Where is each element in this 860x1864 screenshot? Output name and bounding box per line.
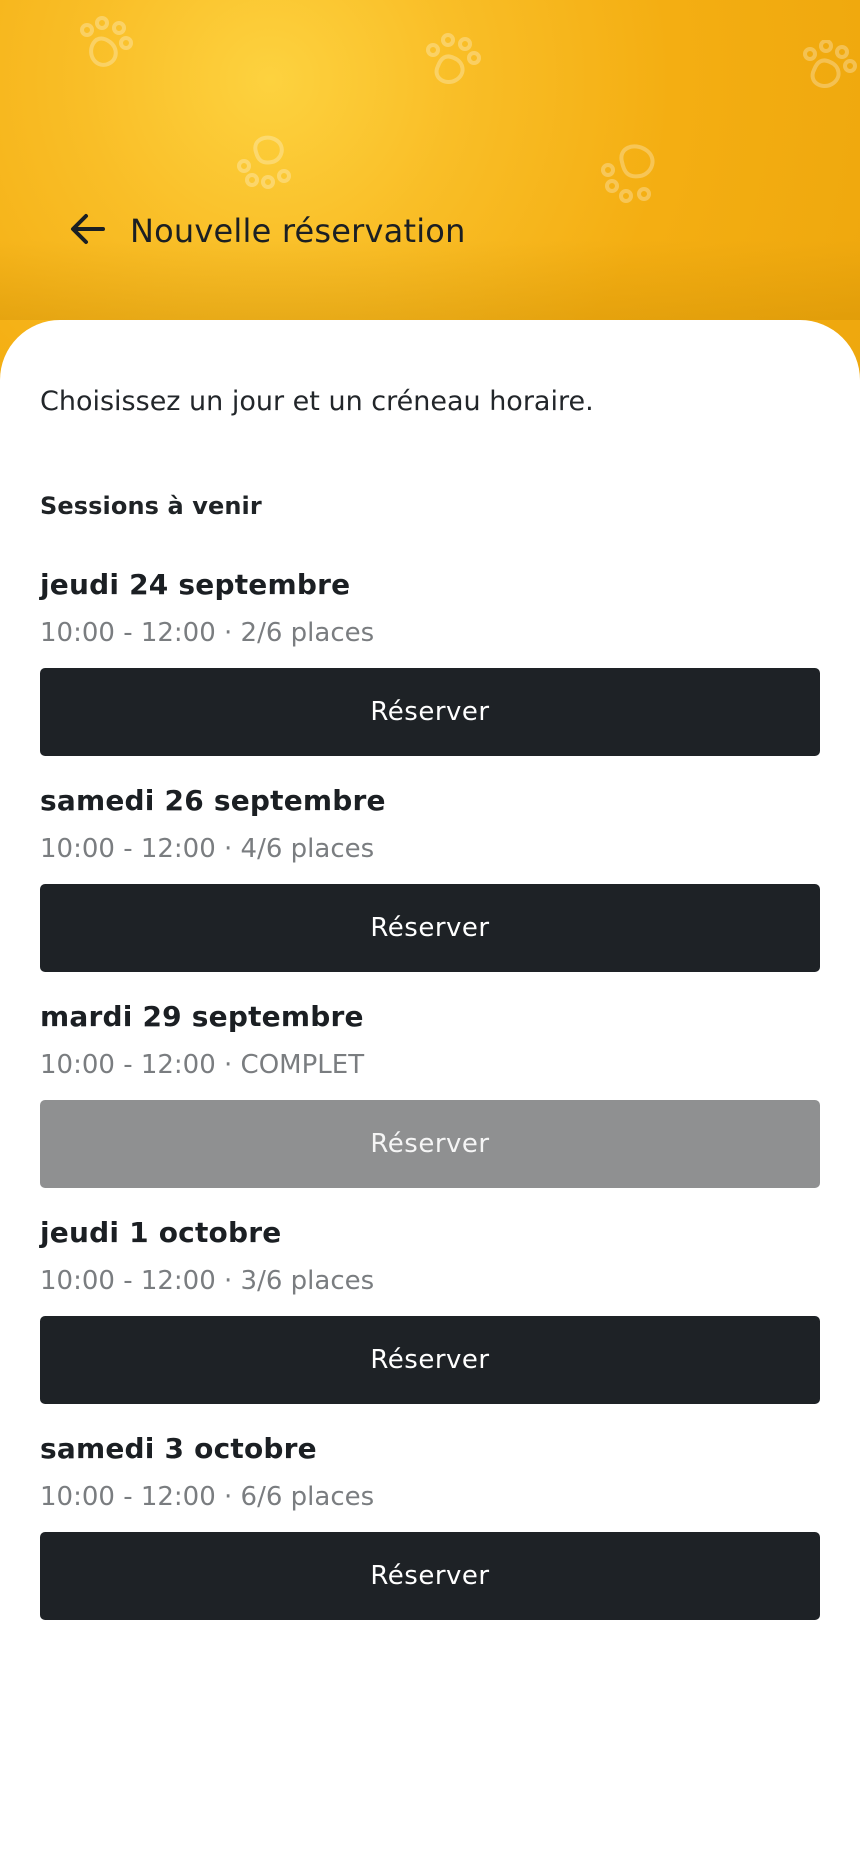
session-info: 10:00 - 12:00 · COMPLET [40, 1050, 365, 1080]
app-bar: Nouvelle réservation [66, 205, 466, 257]
paw-icon [236, 130, 298, 190]
session-info: 10:00 - 12:00 · 4/6 places [40, 834, 375, 864]
session-date: jeudi 24 septembre [40, 568, 351, 601]
reserve-button-disabled[interactable]: Réserver [40, 1100, 820, 1188]
session-info: 10:00 - 12:00 · 3/6 places [40, 1266, 375, 1296]
session-date: mardi 29 septembre [40, 1000, 364, 1033]
reserve-button[interactable]: Réserver [40, 668, 820, 756]
reserve-button[interactable]: Réserver [40, 1316, 820, 1404]
paw-icon [600, 140, 668, 206]
session-info: 10:00 - 12:00 · 2/6 places [40, 618, 375, 648]
session-date: samedi 3 octobre [40, 1432, 317, 1465]
paw-icon [78, 16, 138, 74]
paw-icon [800, 40, 860, 98]
page-title: Nouvelle réservation [130, 212, 466, 250]
session-info: 10:00 - 12:00 · 6/6 places [40, 1482, 375, 1512]
paw-icon [424, 32, 484, 90]
reserve-button[interactable]: Réserver [40, 1532, 820, 1620]
intro-text: Choisissez un jour et un créneau horaire… [40, 386, 594, 417]
arrow-left-icon [70, 213, 106, 249]
reserve-button[interactable]: Réserver [40, 884, 820, 972]
session-date: jeudi 1 octobre [40, 1216, 282, 1249]
section-title: Sessions à venir [40, 492, 262, 520]
content-sheet: Choisissez un jour et un créneau horaire… [0, 320, 860, 1864]
session-date: samedi 26 septembre [40, 784, 386, 817]
back-button[interactable] [66, 209, 110, 253]
